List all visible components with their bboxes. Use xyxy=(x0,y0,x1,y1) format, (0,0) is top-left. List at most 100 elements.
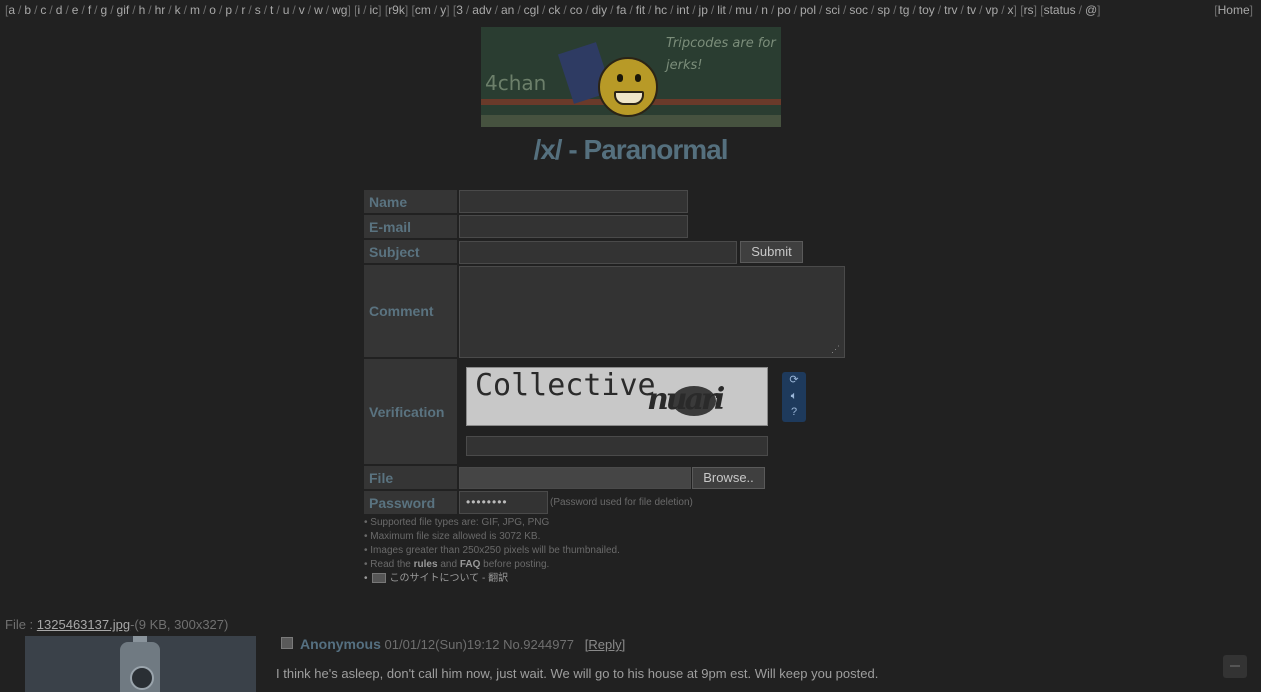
reply-link[interactable]: Reply xyxy=(588,637,621,652)
board-link-gif[interactable]: gif xyxy=(117,3,130,17)
help-icon[interactable]: ? xyxy=(782,404,806,420)
board-link-hc[interactable]: hc xyxy=(654,3,667,17)
nav-separator: / xyxy=(1078,3,1082,17)
home-link-wrapper: [Home] xyxy=(1214,3,1253,17)
board-link-[interactable]: @ xyxy=(1085,3,1097,17)
name-field[interactable] xyxy=(459,190,688,213)
board-link-jp[interactable]: jp xyxy=(699,3,708,17)
board-nav: [a / b / c / d / e / f / g / gif / h / hr / k / m / o / p / r / s / t / u /… xyxy=(5,3,1255,19)
board-link-cgl[interactable]: cgl xyxy=(524,3,539,17)
board-link-v[interactable]: v xyxy=(299,3,305,17)
rules-link[interactable]: rules xyxy=(414,559,438,570)
email-field[interactable] xyxy=(459,215,688,238)
board-link-tv[interactable]: tv xyxy=(967,3,976,17)
board-link-m[interactable]: m xyxy=(190,3,200,17)
subject-field[interactable] xyxy=(459,241,737,264)
board-link-toy[interactable]: toy xyxy=(919,3,935,17)
board-link-pol[interactable]: pol xyxy=(800,3,816,17)
board-nav-group: [status / @] xyxy=(1040,3,1100,17)
board-link-cm[interactable]: cm xyxy=(415,3,431,17)
rules-line-read: • Read the rules and FAQ before posting. xyxy=(364,558,764,572)
flag-icon xyxy=(371,573,386,584)
rules-read-and: and xyxy=(437,559,460,570)
faq-link[interactable]: FAQ xyxy=(460,559,481,570)
nav-separator: / xyxy=(276,3,280,17)
board-link-sci[interactable]: sci xyxy=(825,3,840,17)
smiley-eye-right xyxy=(635,74,641,82)
board-link-p[interactable]: p xyxy=(225,3,232,17)
captcha-word-2: nuari xyxy=(647,382,725,417)
subject-label: Subject xyxy=(364,240,457,263)
nav-separator: / xyxy=(363,3,367,17)
board-link-wg[interactable]: wg xyxy=(332,3,347,17)
board-link-tg[interactable]: tg xyxy=(899,3,909,17)
board-link-fit[interactable]: fit xyxy=(636,3,645,17)
board-link-o[interactable]: o xyxy=(209,3,216,17)
post-number[interactable]: No.9244977 xyxy=(503,637,574,652)
board-link-an[interactable]: an xyxy=(501,3,514,17)
nav-separator: / xyxy=(18,3,22,17)
nav-separator: / xyxy=(843,3,847,17)
banner-image[interactable]: 4chan Tripcodes are for jerks! xyxy=(481,27,781,127)
file-info: File : 1325463137.jpg-(9 KB, 300x327) xyxy=(5,617,228,632)
refresh-icon[interactable]: ⟳ xyxy=(782,372,806,388)
post-comment: I think he's asleep, don't call him now,… xyxy=(276,666,879,681)
board-link-ic[interactable]: ic xyxy=(370,3,379,17)
nav-separator: / xyxy=(692,3,696,17)
file-path-field[interactable] xyxy=(459,467,691,489)
board-link-diy[interactable]: diy xyxy=(592,3,607,17)
captcha-input[interactable] xyxy=(466,436,768,456)
nav-separator: / xyxy=(728,3,733,17)
home-link[interactable]: Home xyxy=(1218,3,1250,17)
board-link-r9k[interactable]: r9k xyxy=(388,3,405,17)
browse-button[interactable]: Browse.. xyxy=(692,467,765,489)
nav-bracket-close: ] xyxy=(378,3,385,17)
file-meta: -(9 KB, 300x327) xyxy=(130,617,229,632)
nav-separator: / xyxy=(670,3,674,17)
board-link-fa[interactable]: fa xyxy=(616,3,626,17)
nav-separator: / xyxy=(235,3,239,17)
nav-bracket-close: ] xyxy=(1097,3,1101,17)
rules-read-suffix: before posting. xyxy=(480,559,550,570)
submit-button[interactable]: Submit xyxy=(740,241,803,263)
password-field[interactable]: •••••••• xyxy=(459,491,548,514)
audio-icon[interactable]: 🔈︎ xyxy=(782,388,806,404)
board-link-lit[interactable]: lit xyxy=(717,3,726,17)
rules-bullet: • xyxy=(364,573,368,584)
board-link-adv[interactable]: adv xyxy=(472,3,491,17)
board-link-trv[interactable]: trv xyxy=(944,3,957,17)
board-link-rs[interactable]: rs xyxy=(1024,3,1034,17)
board-link-status[interactable]: status xyxy=(1044,3,1076,17)
board-link-3[interactable]: 3 xyxy=(456,3,463,17)
post-select-checkbox[interactable] xyxy=(281,637,293,649)
resize-grip-icon[interactable]: ⋰ xyxy=(831,344,840,355)
board-link-sp[interactable]: sp xyxy=(877,3,890,17)
board-link-mu[interactable]: mu xyxy=(735,3,752,17)
nav-separator: / xyxy=(94,3,98,17)
nav-separator: / xyxy=(517,3,521,17)
board-link-ck[interactable]: ck xyxy=(548,3,560,17)
board-link-soc[interactable]: soc xyxy=(849,3,868,17)
email-label: E-mail xyxy=(364,215,457,238)
board-link-vp[interactable]: vp xyxy=(986,3,999,17)
board-link-hr[interactable]: hr xyxy=(155,3,166,17)
posting-rules: • Supported file types are: GIF, JPG, PN… xyxy=(364,516,764,586)
board-link-s[interactable]: s xyxy=(255,3,261,17)
rules-line-filesize: • Maximum file size allowed is 3072 KB. xyxy=(364,531,541,542)
board-link-co[interactable]: co xyxy=(570,3,583,17)
japanese-links[interactable]: このサイトについて - 翻訳 xyxy=(390,573,509,584)
comment-textarea[interactable]: ⋰ xyxy=(459,266,845,358)
post-thumbnail[interactable] xyxy=(25,636,256,692)
password-note: (Password used for file deletion) xyxy=(550,497,693,508)
nav-separator: / xyxy=(433,3,438,17)
board-link-k[interactable]: k xyxy=(175,3,181,17)
nav-separator: / xyxy=(49,3,53,17)
nav-separator: / xyxy=(202,3,207,17)
board-link-n[interactable]: n xyxy=(761,3,768,17)
file-name-link[interactable]: 1325463137.jpg xyxy=(37,617,130,632)
board-link-po[interactable]: po xyxy=(777,3,790,17)
nav-separator: / xyxy=(465,3,470,17)
board-link-w[interactable]: w xyxy=(314,3,323,17)
board-link-int[interactable]: int xyxy=(677,3,690,17)
scroll-button[interactable] xyxy=(1223,655,1247,678)
